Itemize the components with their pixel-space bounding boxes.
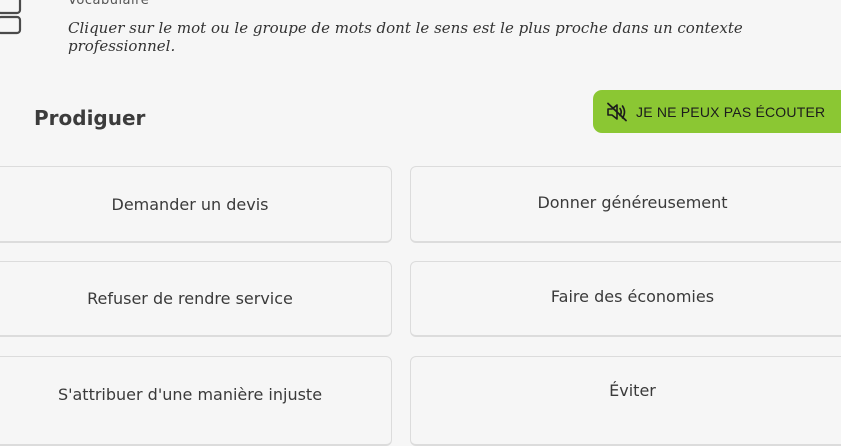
prompt-word: Prodiguer: [34, 106, 146, 130]
option-label: Faire des économies: [550, 287, 715, 306]
option-s-attribuer-injustement[interactable]: S'attribuer d'une manière injuste: [0, 356, 392, 446]
option-label: Refuser de rendre service: [87, 289, 293, 308]
instruction-text: Cliquer sur le mot ou le groupe de mots …: [68, 19, 743, 55]
option-label: Donner généreusement: [537, 192, 728, 212]
speaker-muted-icon: [607, 102, 627, 121]
cant-listen-button[interactable]: JE NE PEUX PAS ÉCOUTER: [593, 90, 841, 133]
option-demander-un-devis[interactable]: Demander un devis: [0, 166, 392, 243]
cant-listen-label: JE NE PEUX PAS ÉCOUTER: [636, 103, 826, 120]
category-title: Vocabulaire: [68, 0, 150, 8]
option-label: S'attribuer d'une manière injuste: [57, 385, 323, 404]
option-label: Éviter: [609, 381, 656, 400]
option-eviter[interactable]: Éviter: [410, 356, 841, 446]
option-faire-des-economies[interactable]: Faire des économies: [410, 261, 841, 337]
option-donner-genereusement[interactable]: Donner généreusement: [410, 166, 841, 243]
category-icon: [0, 0, 22, 35]
option-refuser-de-rendre-service[interactable]: Refuser de rendre service: [0, 261, 392, 337]
option-label: Demander un devis: [111, 194, 269, 214]
